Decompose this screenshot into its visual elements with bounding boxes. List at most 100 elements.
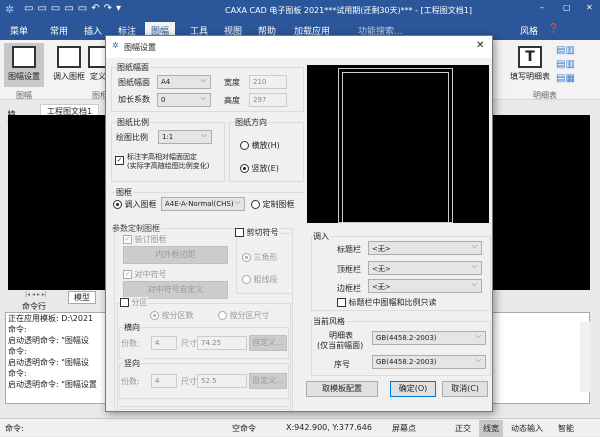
group-sheet-label: 图幅 bbox=[16, 91, 32, 100]
frame-icon bbox=[57, 46, 81, 68]
command-prompt[interactable]: 命令: bbox=[5, 423, 24, 434]
h-custom-button[interactable]: 自定义... bbox=[249, 335, 287, 351]
paper-size-select[interactable]: A4 bbox=[157, 75, 211, 89]
group-title: 图纸比例 bbox=[116, 117, 150, 128]
model-tab[interactable]: 模型 bbox=[68, 291, 96, 304]
portrait-label: 竖放(E) bbox=[251, 164, 279, 173]
cut-mark-checkbox[interactable]: 剪切符号 bbox=[235, 227, 279, 238]
maximize-button[interactable]: ▢ bbox=[563, 3, 571, 12]
width-label: 宽度 bbox=[224, 78, 240, 87]
bom-tools-icons[interactable]: ▤▥ ▤▥ ▤▦ bbox=[556, 44, 575, 86]
title-bar-select[interactable]: <无> bbox=[368, 241, 482, 255]
frame-select[interactable]: A4E-A-Normal(CHS) bbox=[161, 197, 245, 211]
thick-line-radio[interactable]: 粗线段 bbox=[242, 274, 278, 285]
tab-menu[interactable]: 菜单 bbox=[10, 24, 28, 37]
extension-label: 加长系数 bbox=[118, 95, 150, 104]
center-mark-checkbox[interactable]: ✓ 对中符号 bbox=[123, 269, 167, 280]
custom-frame-radio[interactable]: 定制图框 bbox=[251, 199, 295, 210]
portrait-radio[interactable]: 竖放(E) bbox=[240, 163, 279, 174]
extension-select[interactable]: 0 bbox=[157, 93, 211, 107]
by-count-radio[interactable]: 按分区数 bbox=[150, 310, 194, 321]
group-title: 图纸方向 bbox=[234, 117, 268, 128]
sequence-style-select[interactable]: GB(4458.2-2003) bbox=[372, 355, 486, 369]
v-custom-button[interactable]: 自定义... bbox=[249, 373, 287, 389]
vertical-group: 竖向 份数: 4 尺寸: 52.5 自定义... bbox=[119, 358, 289, 399]
count-label: 份数: bbox=[121, 339, 140, 348]
load-frame-radio[interactable]: 调入图框 bbox=[113, 199, 157, 210]
zone-checkbox[interactable]: 分区 bbox=[120, 297, 148, 308]
style-group: 当前风格 明细表 (仅当前幅面) GB(4458.2-2003) 序号 GB(4… bbox=[311, 316, 491, 376]
group-bom-label: 明细表 bbox=[533, 91, 557, 100]
style-menu[interactable]: 风格 bbox=[520, 24, 538, 37]
quick-access-toolbar[interactable]: ▭▭▭▭▭↶↷▾ bbox=[24, 3, 125, 14]
sheet-icon bbox=[12, 46, 36, 68]
minimize-button[interactable]: – bbox=[540, 3, 544, 12]
by-count-label: 按分区数 bbox=[161, 311, 194, 320]
dialog-title: 图幅设置 bbox=[124, 43, 156, 52]
lineweight-toggle[interactable]: 线宽 bbox=[479, 420, 503, 437]
command-scrollbar[interactable] bbox=[580, 322, 590, 392]
smart-toggle[interactable]: 智能 bbox=[558, 423, 574, 434]
dynamic-input-toggle[interactable]: 动态输入 bbox=[511, 423, 543, 434]
ortho-toggle[interactable]: 正交 bbox=[455, 423, 471, 434]
fill-bom-button[interactable]: T 填写明细表 bbox=[508, 43, 552, 82]
v-count-field[interactable]: 4 bbox=[151, 374, 177, 388]
tab-common[interactable]: 常用 bbox=[50, 24, 68, 37]
load-frame-label: 调入图框 bbox=[124, 200, 157, 209]
dialog-close-button[interactable]: ✕ bbox=[476, 40, 484, 51]
sheet-setup-dialog: ✲ 图幅设置 ✕ 图纸幅面 图纸幅面 A4 加长系数 0 宽度 210 高度 2… bbox=[105, 35, 493, 412]
bom-style-select[interactable]: GB(4458.2-2003) bbox=[372, 331, 486, 345]
load-frame-button[interactable]: 调入图框 bbox=[48, 43, 90, 82]
height-label: 高度 bbox=[224, 96, 240, 105]
binding-checkbox[interactable]: ✓ 装订图框 bbox=[123, 234, 167, 245]
template-config-button[interactable]: 取模板配置 bbox=[306, 381, 378, 397]
top-bar-label: 顶框栏 bbox=[337, 265, 361, 274]
h-size-field[interactable]: 74.25 bbox=[197, 336, 247, 350]
v-size-field[interactable]: 52.5 bbox=[197, 374, 247, 388]
by-size-radio[interactable]: 按分区尺寸 bbox=[218, 310, 270, 321]
height-field[interactable]: 297 bbox=[249, 93, 287, 107]
tab-insert[interactable]: 插入 bbox=[84, 24, 102, 37]
fix-text-note: (实际字高随绘图比例变化) bbox=[127, 162, 210, 170]
coordinates: X:942.900, Y:377.646 bbox=[286, 423, 372, 432]
readonly-checkbox[interactable]: 标题栏中图幅和比例只读 bbox=[337, 297, 437, 308]
readonly-label: 标题栏中图幅和比例只读 bbox=[348, 298, 437, 307]
close-button[interactable]: ✕ bbox=[586, 3, 593, 12]
app-logo-icon: ✲ bbox=[112, 41, 119, 50]
paper-size-label: 图纸幅面 bbox=[118, 78, 150, 87]
landscape-radio[interactable]: 横放(H) bbox=[240, 140, 280, 151]
width-field[interactable]: 210 bbox=[249, 75, 287, 89]
top-bar-select[interactable]: <无> bbox=[368, 261, 482, 275]
orientation-group: 图纸方向 横放(H) 竖放(E) bbox=[229, 117, 304, 182]
zone-label: 分区 bbox=[131, 298, 148, 307]
sheet-setup-button[interactable]: 图幅设置 bbox=[4, 43, 44, 87]
ok-button[interactable]: 确定(O) bbox=[390, 381, 436, 397]
command-panel-title: 命令行 bbox=[22, 302, 46, 311]
dialog-title-bar: ✲ 图幅设置 ✕ bbox=[106, 36, 492, 58]
cut-mark-label: 剪切符号 bbox=[246, 228, 279, 237]
margin-button[interactable]: 内外框边距 bbox=[123, 246, 228, 264]
group-title: 图框 bbox=[115, 187, 133, 198]
group-title: 竖向 bbox=[123, 358, 141, 369]
custom-frame-label: 定制图框 bbox=[262, 200, 295, 209]
define-label: 定义 bbox=[90, 72, 106, 81]
preview-inner-frame bbox=[342, 72, 449, 223]
triangle-radio[interactable]: 三角形 bbox=[242, 252, 278, 263]
scale-label: 绘图比例 bbox=[116, 133, 148, 142]
group-title: 横向 bbox=[123, 322, 141, 333]
sheet-nav-arrows[interactable]: |◂ ◂ ▸ ▸| bbox=[25, 291, 47, 298]
table-text-icon: T bbox=[518, 46, 542, 68]
binding-label: 装订图框 bbox=[134, 235, 167, 244]
title-bar-label: 标题栏 bbox=[337, 245, 361, 254]
h-count-field[interactable]: 4 bbox=[151, 336, 177, 350]
snap-mode[interactable]: 屏幕点 bbox=[392, 423, 416, 434]
fix-text-height-checkbox[interactable]: ✓ bbox=[115, 156, 124, 165]
app-logo-icon: ✲ bbox=[5, 3, 15, 16]
scale-select[interactable]: 1:1 bbox=[158, 130, 212, 144]
side-bar-select[interactable]: <无> bbox=[368, 279, 482, 293]
center-mark-label: 对中符号 bbox=[134, 270, 167, 279]
side-bar-label: 边框栏 bbox=[337, 284, 361, 293]
cancel-button[interactable]: 取消(C) bbox=[442, 381, 488, 397]
help-icon[interactable]: ❓ bbox=[548, 24, 559, 34]
zone-group: 分区 按分区数 按分区尺寸 横向 份数: 4 尺寸: 74.25 自定义... … bbox=[117, 297, 291, 407]
